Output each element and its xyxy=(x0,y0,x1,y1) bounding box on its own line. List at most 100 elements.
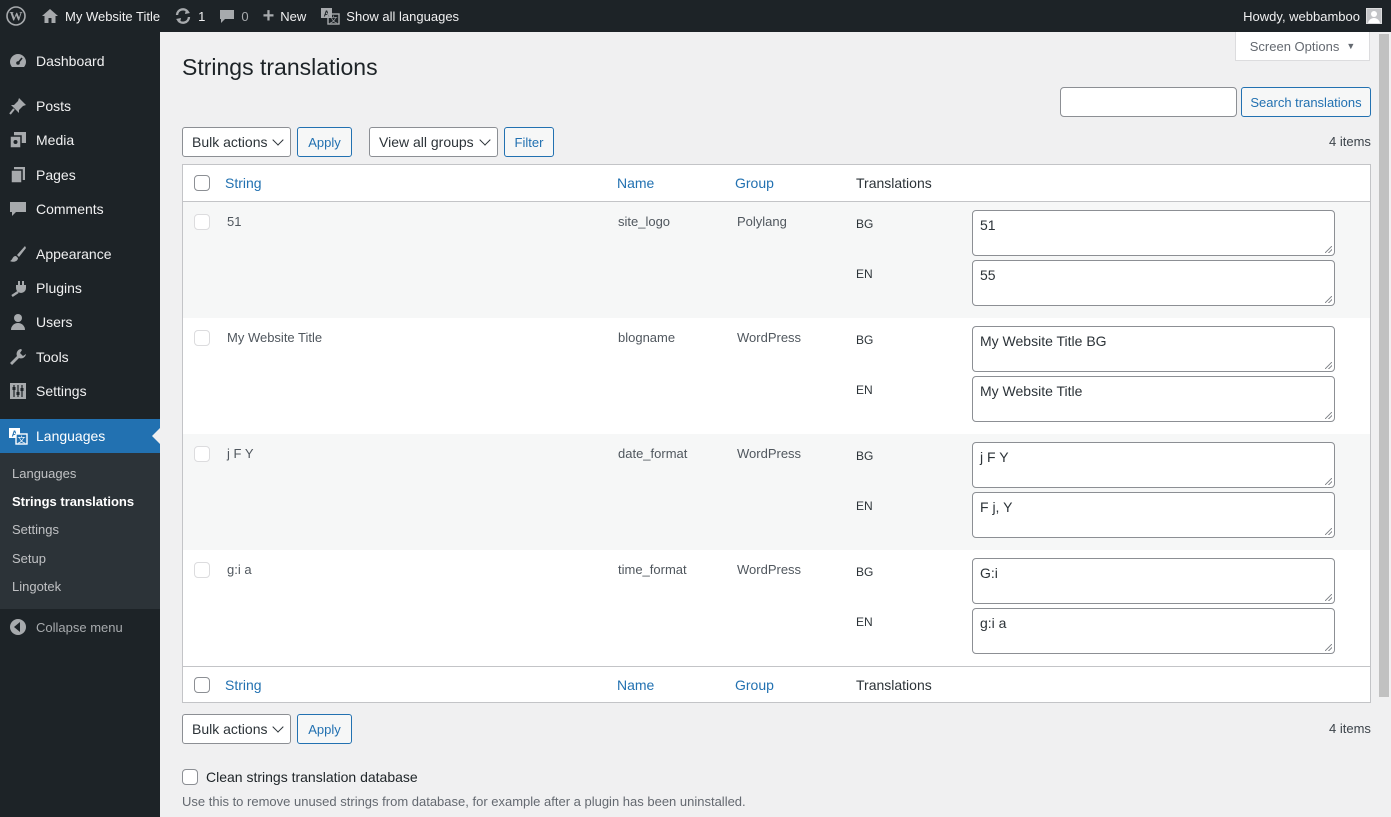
plus-icon: + xyxy=(262,4,275,27)
table-footer: String Name Group Translations xyxy=(183,666,1370,703)
column-string-footer[interactable]: String xyxy=(225,677,262,693)
comments-link[interactable]: 0 xyxy=(212,0,255,32)
row-checkbox[interactable] xyxy=(194,214,210,230)
row-name: blogname xyxy=(618,330,676,345)
show-all-languages-link[interactable]: A文 Show all languages xyxy=(313,0,466,32)
select-all-checkbox[interactable] xyxy=(194,175,210,191)
clean-database-label: Clean strings translation database xyxy=(206,769,418,785)
scrollbar-thumb[interactable] xyxy=(1379,34,1389,697)
paintbrush-icon xyxy=(0,245,36,263)
collapse-arrow-icon xyxy=(0,618,36,636)
site-name-link[interactable]: My Website Title xyxy=(34,0,167,32)
pages-icon xyxy=(0,166,36,184)
column-group-footer[interactable]: Group xyxy=(735,677,774,693)
menu-pages-label: Pages xyxy=(36,167,76,183)
groups-filter-value: View all groups xyxy=(379,134,474,150)
row-checkbox[interactable] xyxy=(194,330,210,346)
clean-database-checkbox[interactable] xyxy=(182,769,198,785)
language-code: EN xyxy=(856,267,873,281)
column-name-footer[interactable]: Name xyxy=(617,677,654,693)
apply-button-top[interactable]: Apply xyxy=(297,127,352,157)
select-all-checkbox-bottom[interactable] xyxy=(194,677,210,693)
translation-textarea[interactable]: G:i xyxy=(972,558,1335,604)
page-title: Strings translations xyxy=(182,54,378,80)
column-group[interactable]: Group xyxy=(735,175,774,191)
wordpress-logo-icon[interactable]: W xyxy=(0,0,34,32)
svg-text:文: 文 xyxy=(330,15,338,25)
bulk-actions-select-bottom[interactable]: Bulk actions xyxy=(182,714,291,744)
menu-users-label: Users xyxy=(36,314,73,330)
items-count-bottom: 4 items xyxy=(1329,721,1371,736)
media-icon xyxy=(0,131,36,149)
menu-pages[interactable]: Pages xyxy=(0,158,160,192)
chevron-down-icon xyxy=(272,721,284,733)
language-code: EN xyxy=(856,383,873,397)
menu-posts[interactable]: Posts xyxy=(0,89,160,123)
translation-textarea[interactable]: 55 xyxy=(972,260,1335,306)
menu-appearance-label: Appearance xyxy=(36,246,112,262)
settings-sliders-icon xyxy=(0,382,36,400)
translation-textarea[interactable]: My Website Title xyxy=(972,376,1335,422)
row-string: j F Y xyxy=(227,446,254,461)
menu-settings[interactable]: Settings xyxy=(0,374,160,408)
menu-users[interactable]: Users xyxy=(0,305,160,339)
submenu-languages[interactable]: Languages xyxy=(12,466,76,481)
language-code: BG xyxy=(856,217,874,231)
row-name: date_format xyxy=(618,446,688,461)
collapse-menu-button[interactable]: Collapse menu xyxy=(0,615,123,639)
menu-comments[interactable]: Comments xyxy=(0,192,160,226)
comment-icon xyxy=(219,8,235,24)
menu-tools[interactable]: Tools xyxy=(0,340,160,374)
groups-filter-select[interactable]: View all groups xyxy=(369,127,498,157)
row-string: My Website Title xyxy=(227,330,323,345)
show-all-languages-label: Show all languages xyxy=(346,8,460,24)
items-count-top: 4 items xyxy=(1329,134,1371,149)
translation-textarea[interactable]: My Website Title BG xyxy=(972,326,1335,372)
menu-appearance[interactable]: Appearance xyxy=(0,237,160,271)
main-content: Screen Options ▼ Strings translations Se… xyxy=(160,32,1391,817)
submenu-lingotek[interactable]: Lingotek xyxy=(12,579,61,594)
row-name: time_format xyxy=(618,562,687,577)
submenu-strings-translations[interactable]: Strings translations xyxy=(12,494,134,509)
screen-options-button[interactable]: Screen Options ▼ xyxy=(1235,32,1370,61)
search-input[interactable] xyxy=(1060,87,1237,117)
updates-link[interactable]: 1 xyxy=(167,0,212,32)
column-string[interactable]: String xyxy=(225,175,262,191)
clean-database-option[interactable]: Clean strings translation database xyxy=(182,769,418,785)
menu-media[interactable]: Media xyxy=(0,123,160,157)
submenu-settings[interactable]: Settings xyxy=(12,522,59,537)
menu-dashboard[interactable]: Dashboard xyxy=(0,44,160,78)
translation-textarea[interactable]: j F Y xyxy=(972,442,1335,488)
search-translations-button[interactable]: Search translations xyxy=(1241,87,1371,117)
menu-tools-label: Tools xyxy=(36,349,69,365)
home-icon xyxy=(41,8,59,24)
submenu-setup[interactable]: Setup xyxy=(12,551,46,566)
translation-icon: A文 xyxy=(320,7,340,25)
wrench-icon xyxy=(0,348,36,366)
languages-submenu: Languages Strings translations Settings … xyxy=(0,453,160,609)
row-checkbox[interactable] xyxy=(194,562,210,578)
row-group: WordPress xyxy=(737,446,802,461)
row-checkbox[interactable] xyxy=(194,446,210,462)
menu-languages[interactable]: A文 Languages xyxy=(0,419,160,453)
translation-textarea[interactable]: F j, Y xyxy=(972,492,1335,538)
my-account[interactable]: Howdy, webbamboo xyxy=(1243,8,1391,24)
column-name[interactable]: Name xyxy=(617,175,654,191)
translation-icon: A文 xyxy=(0,427,36,445)
column-translations-footer: Translations xyxy=(856,677,932,693)
bulk-actions-value: Bulk actions xyxy=(192,134,268,150)
menu-plugins[interactable]: Plugins xyxy=(0,271,160,305)
table-header: String Name Group Translations xyxy=(183,165,1370,202)
translation-textarea[interactable]: g:i a xyxy=(972,608,1335,654)
page-scrollbar[interactable] xyxy=(1377,32,1391,699)
apply-button-bottom[interactable]: Apply xyxy=(297,714,352,744)
svg-text:W: W xyxy=(10,9,23,24)
column-translations: Translations xyxy=(856,175,932,191)
menu-posts-label: Posts xyxy=(36,98,72,114)
translation-textarea[interactable]: 51 xyxy=(972,210,1335,256)
menu-comments-label: Comments xyxy=(36,201,104,217)
new-content-link[interactable]: + New xyxy=(256,0,314,32)
language-code: BG xyxy=(856,333,874,347)
bulk-actions-select-top[interactable]: Bulk actions xyxy=(182,127,291,157)
filter-button[interactable]: Filter xyxy=(504,127,554,157)
